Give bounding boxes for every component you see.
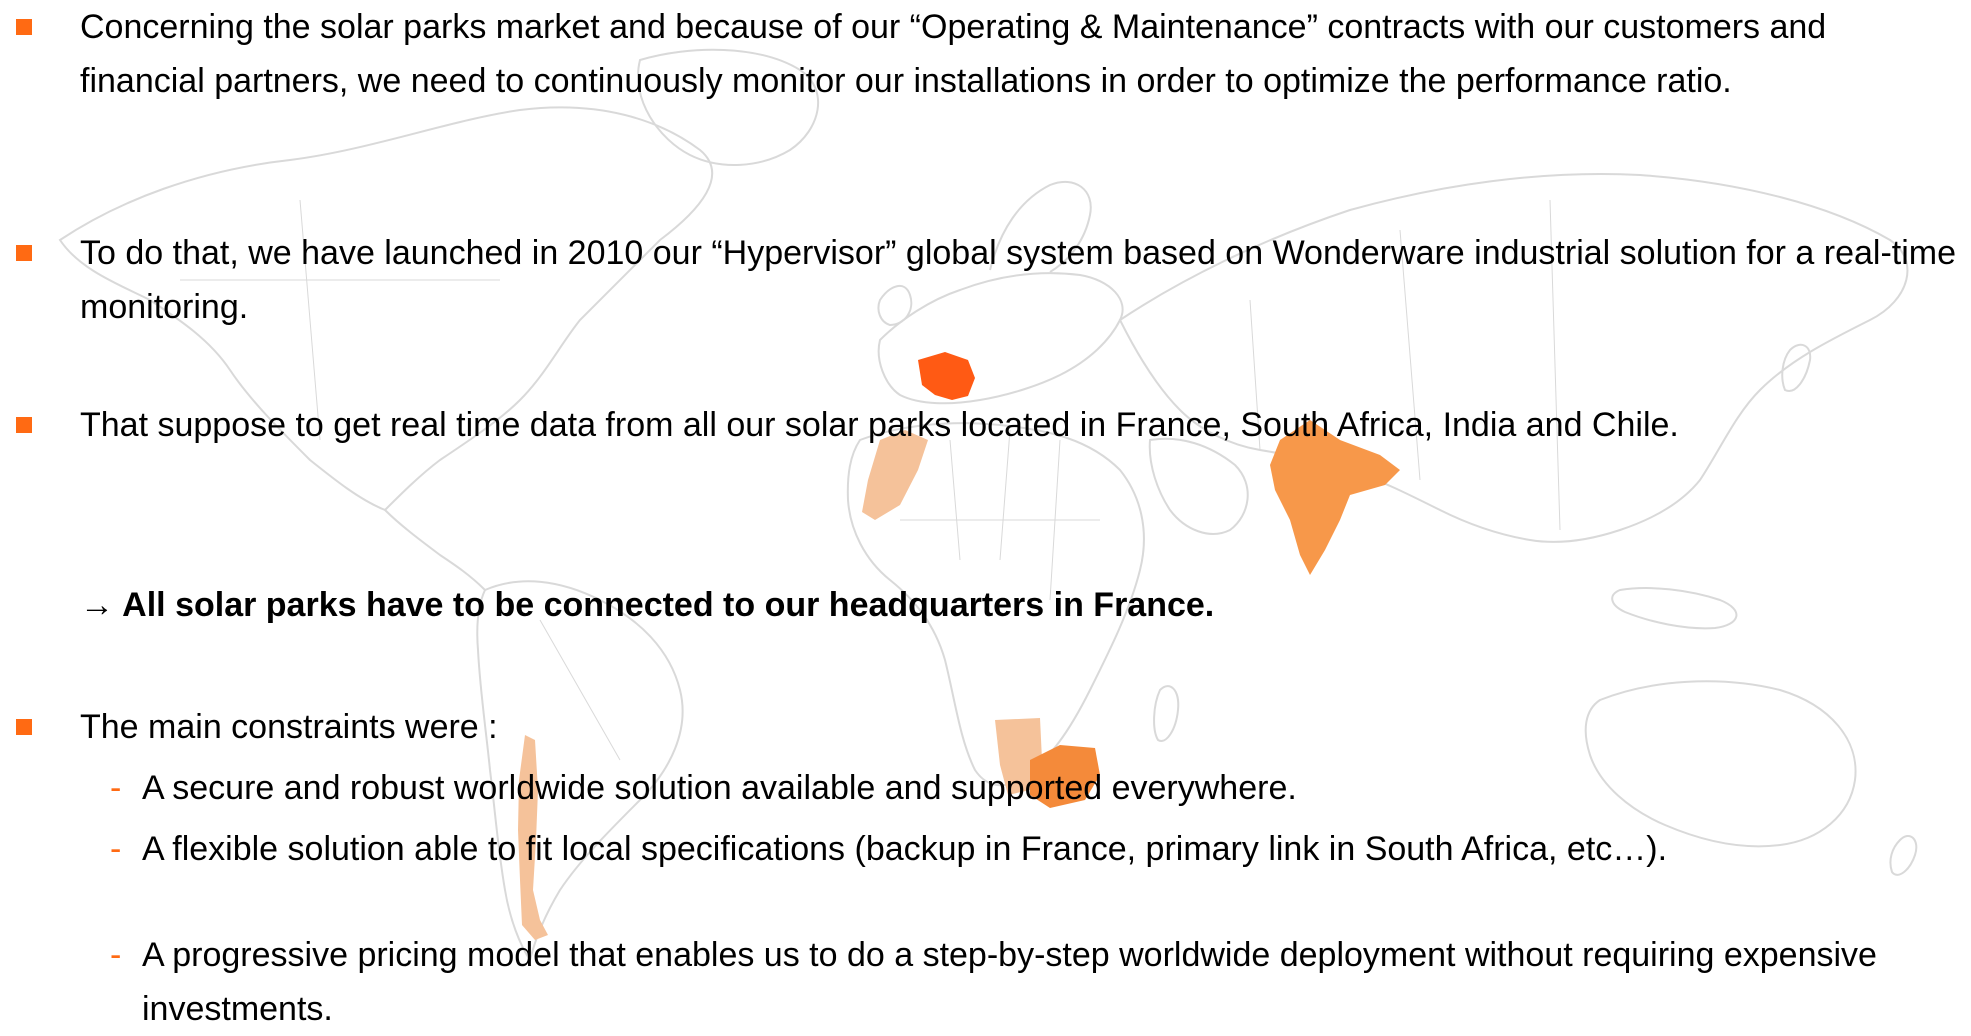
dash-marker-icon: - [110,769,122,807]
dash-marker-icon: - [110,936,122,974]
bullet-text: Concerning the solar parks market and be… [80,8,1827,100]
headquarters-emphasis: → All solar parks have to be connected t… [80,586,1215,624]
bullet-text: To do that, we have launched in 2010 our… [80,234,1957,326]
square-bullet-icon [16,19,32,35]
square-bullet-icon [16,417,32,433]
square-bullet-icon [16,245,32,261]
bullet-text: The main constraints were : [80,708,498,746]
constraint-text: A progressive pricing model that enables… [142,936,1877,1028]
constraint-text: A secure and robust worldwide solution a… [142,769,1297,807]
slide-content: Concerning the solar parks market and be… [0,0,1971,1036]
constraint-text: A flexible solution able to fit local sp… [142,830,1668,868]
dash-marker-icon: - [110,830,122,868]
bullet-text: That suppose to get real time data from … [80,406,1679,444]
square-bullet-icon [16,719,32,735]
